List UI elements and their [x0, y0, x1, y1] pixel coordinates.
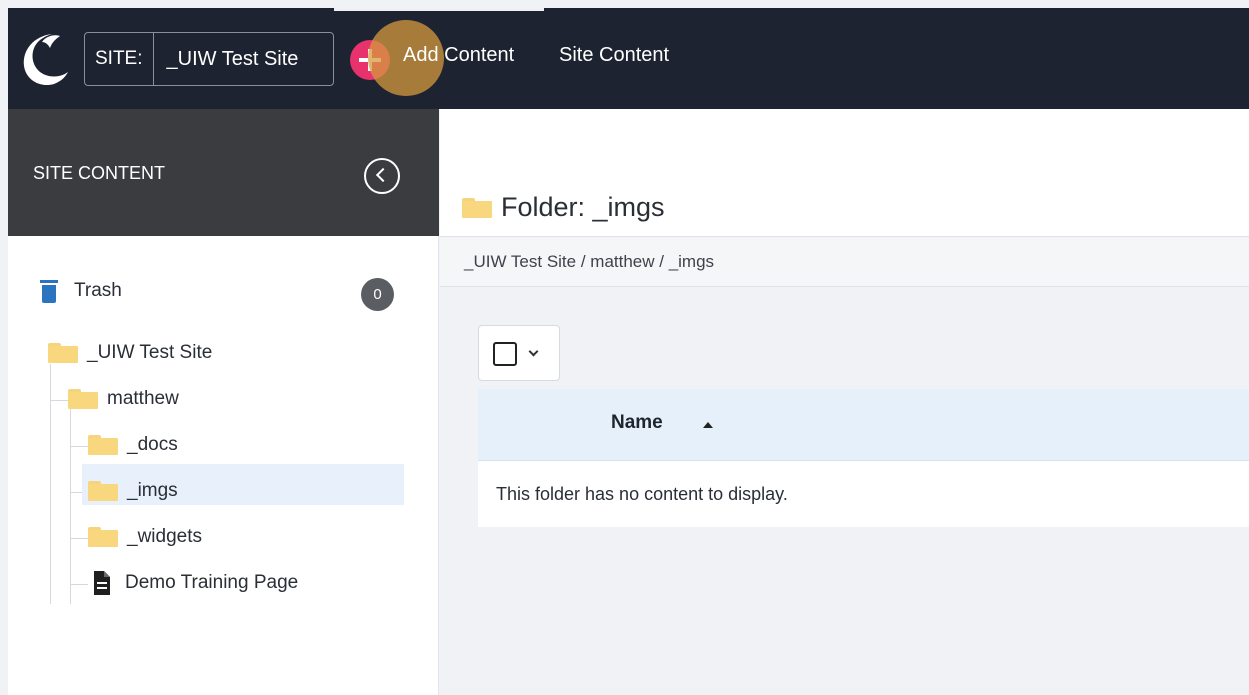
empty-state-message: This folder has no content to display.	[478, 461, 1249, 527]
tree-item-matthew[interactable]: matthew	[68, 380, 179, 418]
add-content-suffix: Content	[438, 44, 515, 66]
tree-item-label: _imgs	[127, 480, 178, 501]
chevron-down-icon	[528, 346, 539, 357]
tree-item-label: _UIW Test Site	[87, 342, 213, 363]
folder-title-text: Folder: _imgs	[501, 192, 665, 222]
folder-icon	[68, 389, 98, 409]
folder-icon	[88, 481, 118, 501]
top-navigation-bar: SITE: _UIW Test Site Add Content Site Co…	[8, 8, 1249, 109]
tree-item-imgs[interactable]: _imgs	[88, 472, 178, 510]
folder-icon	[48, 343, 78, 363]
folder-icon	[88, 435, 118, 455]
tree-guide-line	[70, 409, 71, 604]
page-title: Folder: _imgs	[462, 192, 665, 223]
tree-item-trash[interactable]: Trash	[40, 272, 122, 310]
bulk-select-dropdown[interactable]	[478, 325, 560, 381]
tree-guide-line	[50, 400, 68, 401]
main-content: Folder: _imgs _UIW Test Site / matthew /…	[440, 109, 1249, 695]
folder-icon	[88, 527, 118, 547]
trash-icon	[40, 279, 58, 303]
app-frame: SITE: _UIW Test Site Add Content Site Co…	[8, 8, 1249, 695]
moon-logo-icon[interactable]	[16, 26, 70, 90]
trash-count-badge: 0	[361, 278, 394, 311]
top-tab-indicator	[334, 8, 544, 11]
tree-item-label: _docs	[127, 434, 178, 455]
tree-item-site[interactable]: _UIW Test Site	[48, 334, 212, 372]
tree-item-docs[interactable]: _docs	[88, 426, 178, 464]
add-content-prefix: Add	[403, 44, 439, 66]
folder-icon	[462, 197, 492, 218]
column-header-name[interactable]: Name	[611, 412, 663, 434]
breadcrumb[interactable]: _UIW Test Site / matthew / _imgs	[440, 238, 1249, 287]
tree-guide-line	[70, 538, 88, 539]
table-header: Name	[478, 389, 1249, 461]
site-content-sidebar: SITE CONTENT Trash 0 _UIW Test Site matt…	[8, 109, 439, 695]
sidebar-header: SITE CONTENT	[8, 109, 439, 236]
tree-item-label: Demo Training Page	[125, 572, 299, 593]
main-header: Folder: _imgs	[440, 109, 1249, 237]
sidebar-title: SITE CONTENT	[33, 163, 166, 183]
site-selector-label: SITE:	[85, 33, 154, 85]
select-all-checkbox[interactable]	[493, 342, 517, 366]
collapse-sidebar-button[interactable]	[364, 158, 400, 194]
tree-item-demo-page[interactable]: Demo Training Page	[92, 564, 298, 602]
trash-label: Trash	[74, 280, 122, 301]
site-selector[interactable]: SITE: _UIW Test Site	[84, 32, 334, 86]
tree-guide-line	[70, 584, 88, 585]
tree-item-label: _widgets	[127, 526, 202, 547]
add-content-link[interactable]: Add Content	[403, 44, 514, 67]
tree-item-label: matthew	[107, 388, 179, 409]
tree-guide-line	[70, 446, 88, 447]
tree-item-widgets[interactable]: _widgets	[88, 518, 202, 556]
site-selector-value: _UIW Test Site	[166, 47, 299, 70]
document-icon	[94, 571, 110, 595]
sort-ascending-icon[interactable]	[703, 422, 713, 428]
site-content-link[interactable]: Site Content	[559, 44, 669, 67]
